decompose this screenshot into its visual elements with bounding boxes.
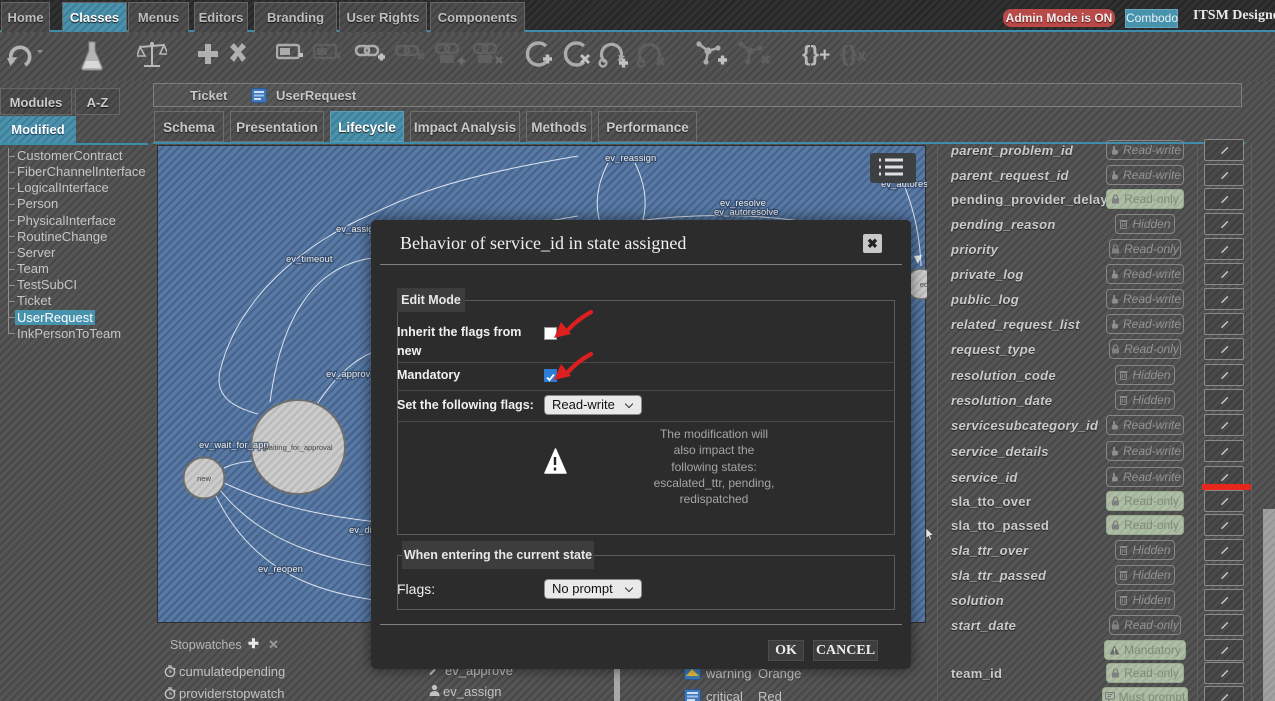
svg-text:ed: ed <box>920 280 927 289</box>
svg-text:ev_wait_for_app: ev_wait_for_app <box>199 440 269 451</box>
svg-text:ev_autoresolve: ev_autoresolve <box>714 207 778 218</box>
svg-text:ev_reopen: ev_reopen <box>258 564 303 575</box>
svg-text:ev_timeout: ev_timeout <box>286 254 333 265</box>
svg-text:waiting_for_approval: waiting_for_approval <box>262 443 333 452</box>
svg-text:new: new <box>197 474 211 483</box>
svg-text:ev_reassign: ev_reassign <box>605 153 656 164</box>
svg-text:ev_approve: ev_approve <box>326 369 376 380</box>
